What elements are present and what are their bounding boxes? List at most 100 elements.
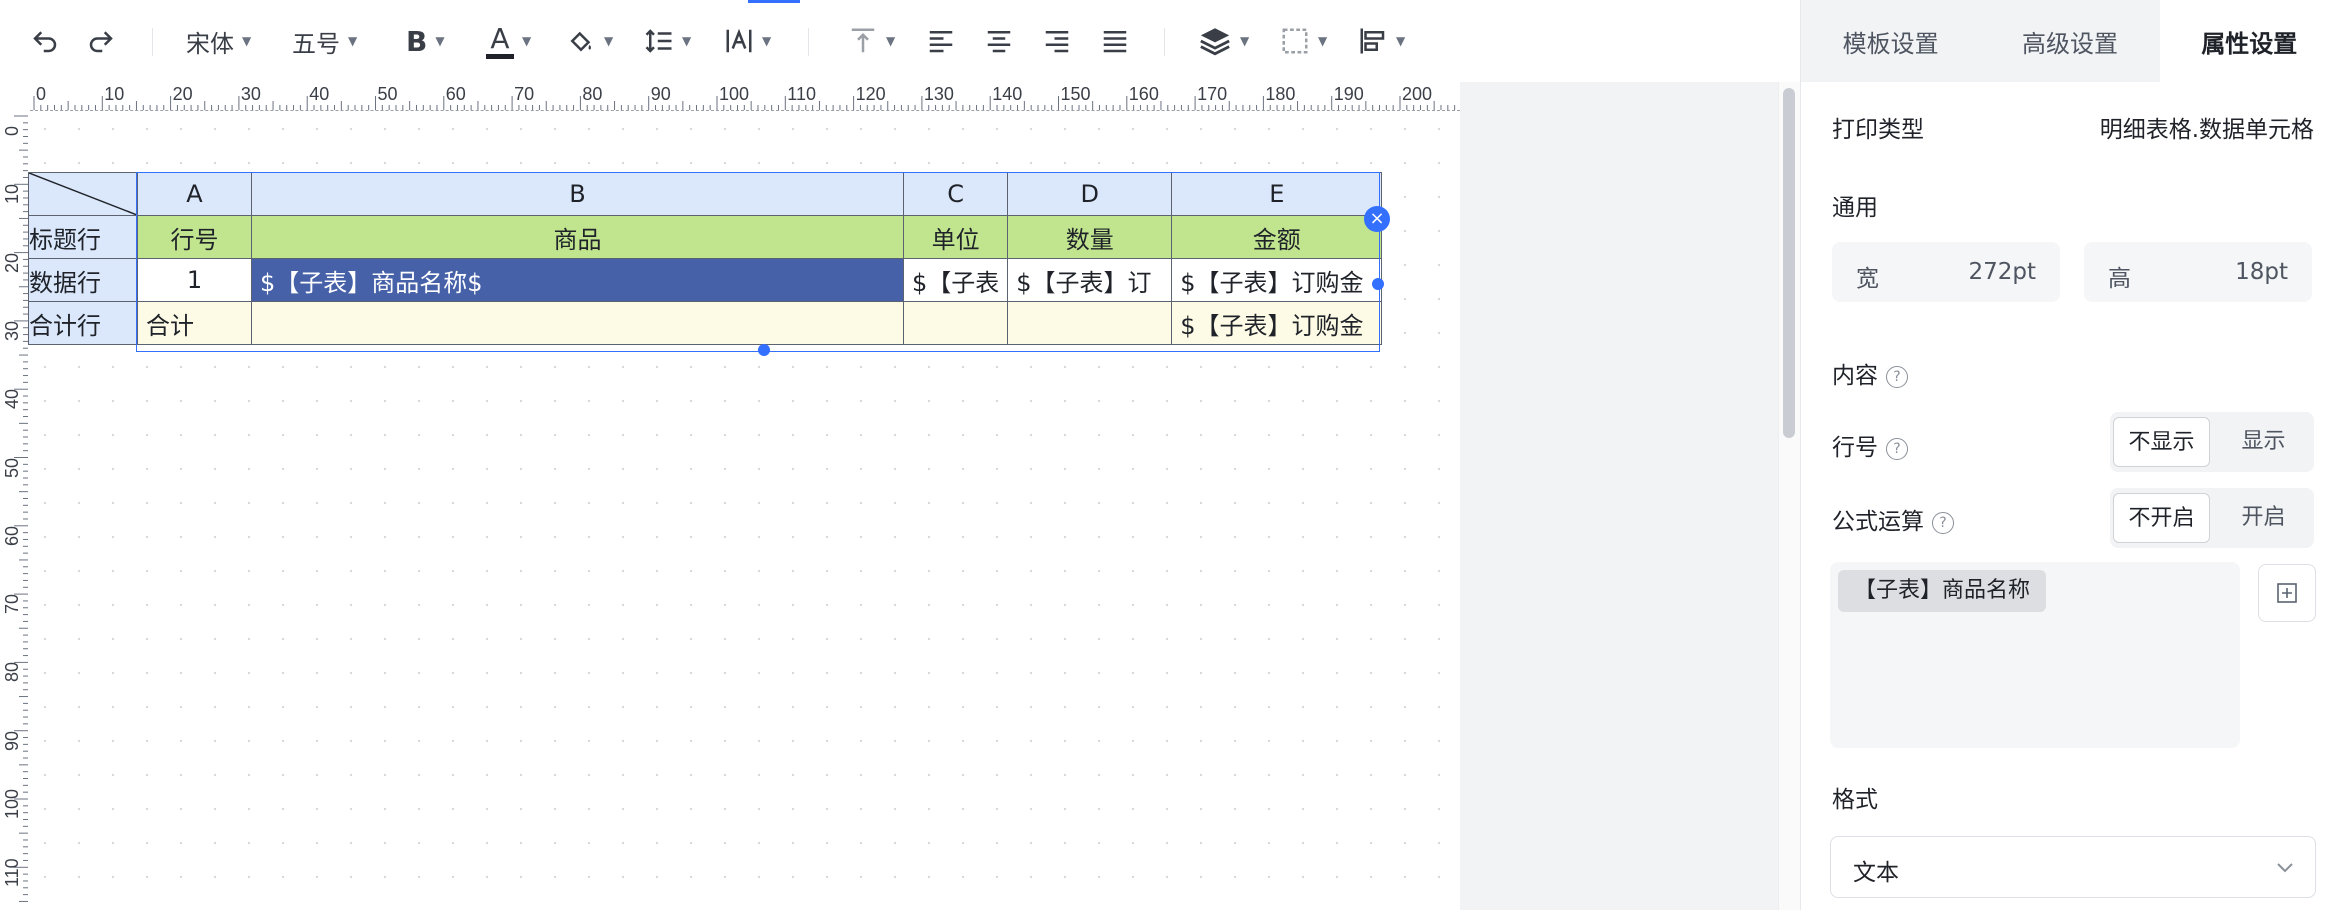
- arrange-button[interactable]: ▼: [1358, 20, 1405, 62]
- fill-color-button[interactable]: ▼: [566, 20, 613, 62]
- ruler-label: 100: [719, 84, 750, 104]
- redo-button[interactable]: [86, 20, 116, 62]
- width-value[interactable]: 272pt: [1968, 259, 2036, 285]
- column-header[interactable]: C: [902, 172, 1009, 216]
- height-field[interactable]: 高 18pt: [2084, 242, 2312, 302]
- rownum-toggle[interactable]: 不显示 显示: [2110, 412, 2314, 472]
- text-box-button[interactable]: ▼: [724, 20, 771, 62]
- add-field-button[interactable]: [2258, 564, 2316, 622]
- field-chip[interactable]: 【子表】商品名称: [1838, 570, 2047, 612]
- align-center-button[interactable]: [984, 20, 1014, 62]
- close-icon[interactable]: ×: [1364, 206, 1390, 232]
- total-cell[interactable]: [251, 301, 904, 345]
- formula-toggle[interactable]: 不开启 开启: [2110, 488, 2314, 548]
- undo-button[interactable]: [30, 20, 60, 62]
- diagonal-line: [29, 173, 137, 215]
- title-cell[interactable]: 单位: [902, 215, 1009, 259]
- height-value[interactable]: 18pt: [2235, 259, 2288, 285]
- align-right-button[interactable]: [1042, 20, 1072, 62]
- data-cell[interactable]: $【子表】订: [1007, 258, 1173, 302]
- ruler-label: 110: [2, 858, 22, 888]
- font-family-value: 宋体: [186, 29, 234, 58]
- data-cell[interactable]: $【子表: [902, 258, 1009, 302]
- ruler-label: 150: [1060, 84, 1091, 104]
- row-label[interactable]: 数据行: [28, 258, 138, 302]
- caret-down-icon: ▼: [762, 34, 772, 48]
- resize-handle-right[interactable]: [1372, 278, 1384, 290]
- rownum-option-hide[interactable]: 不显示: [2113, 417, 2210, 467]
- corner-cell: [28, 172, 138, 216]
- format-select[interactable]: 文本: [1830, 836, 2316, 898]
- selected-data-cell[interactable]: $【子表】商品名称$: [251, 258, 904, 302]
- rownum-label-row: 行号?: [1832, 428, 1908, 462]
- row-label[interactable]: 标题行: [28, 215, 138, 259]
- title-cell[interactable]: 数量: [1007, 215, 1173, 259]
- total-cell[interactable]: $【子表】订购金: [1171, 301, 1383, 345]
- border-button[interactable]: ▼: [1280, 20, 1327, 62]
- resize-handle-bottom[interactable]: [758, 344, 770, 356]
- caret-down-icon: ▼: [242, 34, 252, 48]
- ruler-label: 180: [1265, 84, 1296, 104]
- border-icon: [1282, 28, 1308, 54]
- font-color-button[interactable]: A ▼: [486, 20, 531, 62]
- ruler-label: 80: [582, 84, 603, 104]
- layer-button[interactable]: ▼: [1198, 20, 1249, 62]
- tab-template-settings[interactable]: 模板设置: [1801, 0, 1980, 82]
- ruler-label: 130: [923, 84, 954, 104]
- width-field[interactable]: 宽 272pt: [1832, 242, 2060, 302]
- align-left-button[interactable]: [926, 20, 956, 62]
- column-header[interactable]: A: [137, 172, 252, 216]
- font-size-select[interactable]: 五号 ▼: [292, 20, 357, 62]
- tab-property-settings[interactable]: 属性设置: [2159, 0, 2338, 82]
- data-cell[interactable]: $【子表】订购金: [1171, 258, 1383, 302]
- ruler-label: 90: [650, 84, 671, 104]
- title-cell[interactable]: 金额: [1171, 215, 1383, 259]
- column-header[interactable]: E: [1171, 172, 1383, 216]
- ruler-label: 80: [2, 662, 22, 683]
- total-cell[interactable]: [902, 301, 1009, 345]
- row-label[interactable]: 合计行: [28, 301, 138, 345]
- ruler-label: 160: [1128, 84, 1159, 104]
- title-cell[interactable]: 商品: [251, 215, 904, 259]
- horizontal-ruler: 0 10 20 30 40 50 60 70 80 90 100 110 120 130 140 150 160…: [0, 82, 1774, 111]
- column-header[interactable]: B: [251, 172, 904, 216]
- ruler-label: 40: [2, 389, 22, 410]
- align-justify-icon: [1103, 31, 1127, 53]
- ruler-label: 90: [2, 730, 22, 751]
- toolbar-divider: [1164, 28, 1165, 56]
- print-type-value: 明细表格.数据单元格: [2099, 117, 2314, 143]
- plus-square-icon: [2277, 583, 2297, 603]
- ruler-label: 10: [104, 84, 125, 104]
- total-cell[interactable]: [1007, 301, 1173, 345]
- format-label: 格式: [1832, 787, 1878, 813]
- help-icon[interactable]: ?: [1886, 365, 1908, 388]
- vertical-scrollbar[interactable]: [1778, 82, 1801, 910]
- content-editor[interactable]: 【子表】商品名称: [1830, 562, 2240, 748]
- scrollbar-thumb[interactable]: [1783, 88, 1795, 438]
- formula-option-on[interactable]: 开启: [2216, 493, 2311, 543]
- font-family-select[interactable]: 宋体 ▼: [186, 20, 251, 62]
- line-height-button[interactable]: ▼: [644, 20, 691, 62]
- align-justify-button[interactable]: [1100, 20, 1130, 62]
- caret-down-icon: ▼: [1240, 34, 1250, 48]
- title-cell[interactable]: 行号: [137, 215, 252, 259]
- detail-table[interactable]: A B C D E 标题行 行号 商品 单位 数量 金额 数据行 1 $【子表】…: [28, 172, 1383, 345]
- line-height-icon: [645, 29, 672, 53]
- help-icon[interactable]: ?: [1932, 511, 1954, 534]
- total-cell[interactable]: 合计: [137, 301, 252, 345]
- bold-button[interactable]: B ▼: [406, 20, 445, 62]
- layers-icon: [1200, 28, 1230, 56]
- tab-advanced-settings[interactable]: 高级设置: [1980, 0, 2159, 82]
- ruler-label: 140: [992, 84, 1023, 104]
- ruler-label: 60: [445, 84, 466, 104]
- ruler-label: 20: [172, 84, 193, 104]
- ruler-label: 50: [2, 457, 22, 478]
- align-objects-icon: [1360, 28, 1385, 54]
- data-cell[interactable]: 1: [137, 258, 252, 302]
- help-icon[interactable]: ?: [1886, 437, 1908, 460]
- valign-top-button[interactable]: ▼: [848, 20, 895, 62]
- formula-option-off[interactable]: 不开启: [2113, 493, 2210, 543]
- rownum-option-show[interactable]: 显示: [2216, 417, 2311, 467]
- formula-label: 公式运算: [1832, 509, 1924, 535]
- column-header[interactable]: D: [1007, 172, 1173, 216]
